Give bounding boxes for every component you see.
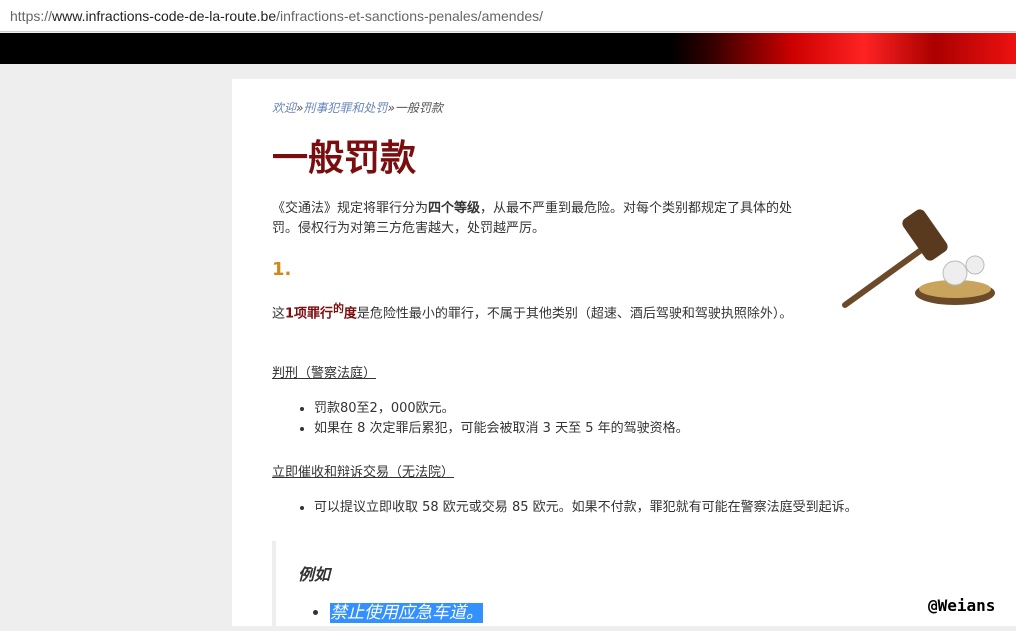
header-banner bbox=[0, 33, 1016, 64]
section-desc: 这1项罪行的度是危险性最小的罪行，不属于其他类别（超速、酒后驾驶和驾驶执照除外）… bbox=[272, 302, 793, 322]
settlement-list: 可以提议立即收取 58 欧元或交易 85 欧元。如果不付款，罪犯就有可能在警察法… bbox=[272, 498, 858, 518]
list-item: 如果在 8 次定罪后累犯，可能会被取消 3 天至 5 年的驾驶资格。 bbox=[314, 419, 689, 439]
example-list: 禁止使用应急车道。 bbox=[288, 603, 483, 623]
intro-text: 《交通法》规定将罪行分为四个等级，从最不严重到最危险。对每个类别都规定了具体的处… bbox=[272, 201, 793, 236]
watermark: @Weians bbox=[928, 596, 996, 615]
judgment-list: 罚款80至2，000欧元。 如果在 8 次定罪后累犯，可能会被取消 3 天至 5… bbox=[272, 399, 689, 439]
content: 欢迎»刑事犯罪和处罚»一般罚款 一般罚款 《交通法》规定将罪行分为四个等级，从最… bbox=[232, 79, 1016, 631]
list-item: 罚款80至2，000欧元。 bbox=[314, 399, 689, 419]
breadcrumb: 欢迎»刑事犯罪和处罚»一般罚款 bbox=[272, 101, 443, 115]
list-item: 可以提议立即收取 58 欧元或交易 85 欧元。如果不付款，罪犯就有可能在警察法… bbox=[314, 498, 858, 518]
page-title: 一般罚款 bbox=[272, 138, 417, 179]
breadcrumb-home[interactable]: 欢迎 bbox=[272, 101, 296, 115]
list-item: 禁止使用应急车道。 bbox=[330, 603, 483, 623]
settlement-heading: 立即催收和辩诉交易（无法院） bbox=[272, 465, 455, 480]
section-number: 1. bbox=[272, 259, 292, 280]
example-title: 例如 bbox=[298, 565, 331, 584]
gavel-icon bbox=[842, 209, 995, 308]
judgment-heading: 判刑（警察法庭） bbox=[272, 366, 377, 381]
breadcrumb-offences[interactable]: 刑事犯罪和处罚 bbox=[303, 101, 387, 115]
example-box: 例如 禁止使用应急车道。 bbox=[272, 541, 876, 631]
address-bar[interactable]: https://www.infractions-code-de-la-route… bbox=[0, 0, 1016, 32]
